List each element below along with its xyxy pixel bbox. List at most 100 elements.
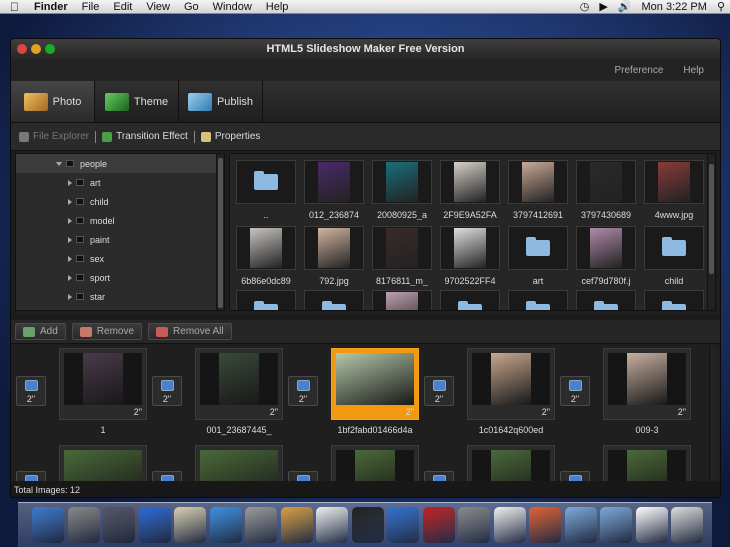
folder-icon[interactable] [564, 507, 597, 543]
system-preferences-icon[interactable] [458, 507, 490, 543]
expand-arrow-icon[interactable] [56, 161, 62, 166]
add-button[interactable]: Add [15, 323, 66, 340]
itunes-icon[interactable] [387, 507, 419, 543]
grid-photo[interactable]: 9702522FF4 [440, 226, 500, 291]
calendar-icon[interactable] [316, 507, 348, 543]
close-button[interactable] [17, 44, 27, 54]
slide-item[interactable]: 2" [603, 348, 691, 420]
expand-arrow-icon[interactable] [68, 255, 72, 262]
terminal-icon[interactable] [351, 507, 384, 543]
grid-folder[interactable]: .. [236, 160, 296, 225]
grid-photo[interactable]: 6b86e0dc89 [236, 226, 296, 291]
tree-item-art[interactable]: art [16, 173, 224, 192]
transition-slot[interactable] [16, 471, 46, 481]
menu-app-name[interactable]: Finder [27, 0, 75, 14]
transition-slot[interactable] [152, 471, 182, 481]
document-icon[interactable] [635, 507, 668, 543]
contacts-icon[interactable] [280, 507, 313, 543]
zoom-button[interactable] [45, 44, 55, 54]
preview-icon[interactable] [493, 507, 526, 543]
grid-photo[interactable]: 3797412691 [508, 160, 568, 225]
dashboard-icon[interactable] [103, 507, 135, 543]
expand-arrow-icon[interactable] [68, 293, 72, 300]
slide-item[interactable] [59, 445, 147, 481]
trash-icon[interactable] [671, 507, 703, 543]
slide-item[interactable] [195, 445, 283, 481]
grid-photo[interactable]: 3797430689 [576, 160, 636, 225]
grid-photo[interactable]: 20080925_a [372, 160, 432, 225]
app-store-icon[interactable] [138, 507, 171, 543]
facetime-icon[interactable] [245, 507, 277, 543]
transition-slot[interactable]: 2" [288, 376, 318, 406]
grid-photo[interactable]: 792.jpg [304, 226, 364, 291]
grid-photo[interactable]: 012_236874 [304, 160, 364, 225]
grid-photo[interactable]: cef79d780f.j [576, 226, 636, 291]
grid-photo[interactable]: 4www.jpg [644, 160, 704, 225]
tree-item-people[interactable]: people [16, 154, 224, 173]
expand-arrow-icon[interactable] [68, 217, 72, 224]
grid-folder[interactable]: child [644, 226, 704, 291]
transition-slot[interactable] [560, 471, 590, 481]
tree-item-sport[interactable]: sport [16, 268, 224, 287]
transition-effect-tab[interactable]: Transition Effect [98, 131, 192, 142]
volume-icon[interactable]: 🔊 [613, 0, 637, 13]
expand-arrow-icon[interactable] [68, 236, 72, 243]
grid-item-partial[interactable] [304, 290, 364, 310]
launchpad-icon[interactable] [67, 507, 100, 543]
slide-item[interactable]: 2" [195, 348, 283, 420]
properties-tab[interactable]: Properties [197, 131, 265, 142]
html5-icon[interactable] [529, 507, 561, 543]
expand-arrow-icon[interactable] [68, 179, 72, 186]
remove-button[interactable]: Remove [71, 323, 143, 340]
remove-all-button[interactable]: Remove All [148, 323, 232, 340]
timeline-scrollbar[interactable] [709, 346, 717, 480]
splitter[interactable] [11, 315, 720, 319]
menu-go[interactable]: Go [177, 0, 206, 14]
transition-slot[interactable] [288, 471, 318, 481]
grid-scrollbar[interactable] [707, 154, 715, 310]
spotlight-icon[interactable]: ⚲ [712, 0, 730, 13]
tab-theme[interactable]: Theme [95, 81, 179, 122]
tab-photo[interactable]: Photo [11, 81, 95, 122]
slide-item[interactable]: 2" [59, 348, 147, 420]
grid-item-partial[interactable] [576, 290, 636, 310]
slide-item[interactable] [467, 445, 555, 481]
help-link[interactable]: Help [673, 65, 714, 76]
grid-item-partial[interactable] [440, 290, 500, 310]
grid-item-partial[interactable] [372, 290, 432, 310]
tree-item-child[interactable]: child [16, 192, 224, 211]
tree-scrollbar[interactable] [216, 154, 224, 310]
slide-item[interactable] [603, 445, 691, 481]
grid-folder[interactable]: art [508, 226, 568, 291]
transition-slot[interactable]: 2" [16, 376, 46, 406]
grid-item-partial[interactable] [236, 290, 296, 310]
tab-publish[interactable]: Publish [179, 81, 263, 122]
slide-item[interactable] [331, 445, 419, 481]
menu-window[interactable]: Window [206, 0, 259, 14]
downloads-icon[interactable] [600, 507, 632, 543]
tree-item-sex[interactable]: sex [16, 249, 224, 268]
menu-file[interactable]: File [75, 0, 107, 14]
menu-edit[interactable]: Edit [106, 0, 139, 14]
expand-arrow-icon[interactable] [68, 198, 72, 205]
menu-view[interactable]: View [139, 0, 177, 14]
transition-slot[interactable]: 2" [560, 376, 590, 406]
grid-item-partial[interactable] [644, 290, 704, 310]
file-explorer-tab[interactable]: File Explorer [15, 131, 93, 142]
tree-item-model[interactable]: model [16, 211, 224, 230]
transition-slot[interactable] [424, 471, 454, 481]
time-machine-icon[interactable]: ◷ [575, 0, 595, 13]
grid-photo[interactable]: 8176811_m_ [372, 226, 432, 291]
grid-photo[interactable]: 2F9E9A52FA [440, 160, 500, 225]
preference-link[interactable]: Preference [605, 65, 674, 76]
transition-slot[interactable]: 2" [152, 376, 182, 406]
transition-slot[interactable]: 2" [424, 376, 454, 406]
finder-icon[interactable] [32, 507, 64, 543]
menu-help[interactable]: Help [259, 0, 296, 14]
bluetooth-icon[interactable]: ▶ [594, 0, 612, 13]
expand-arrow-icon[interactable] [68, 274, 72, 281]
minimize-button[interactable] [31, 44, 41, 54]
apple-icon[interactable]:  [0, 0, 27, 14]
photo-booth-icon[interactable] [422, 507, 455, 543]
tree-item-star[interactable]: star [16, 287, 224, 306]
